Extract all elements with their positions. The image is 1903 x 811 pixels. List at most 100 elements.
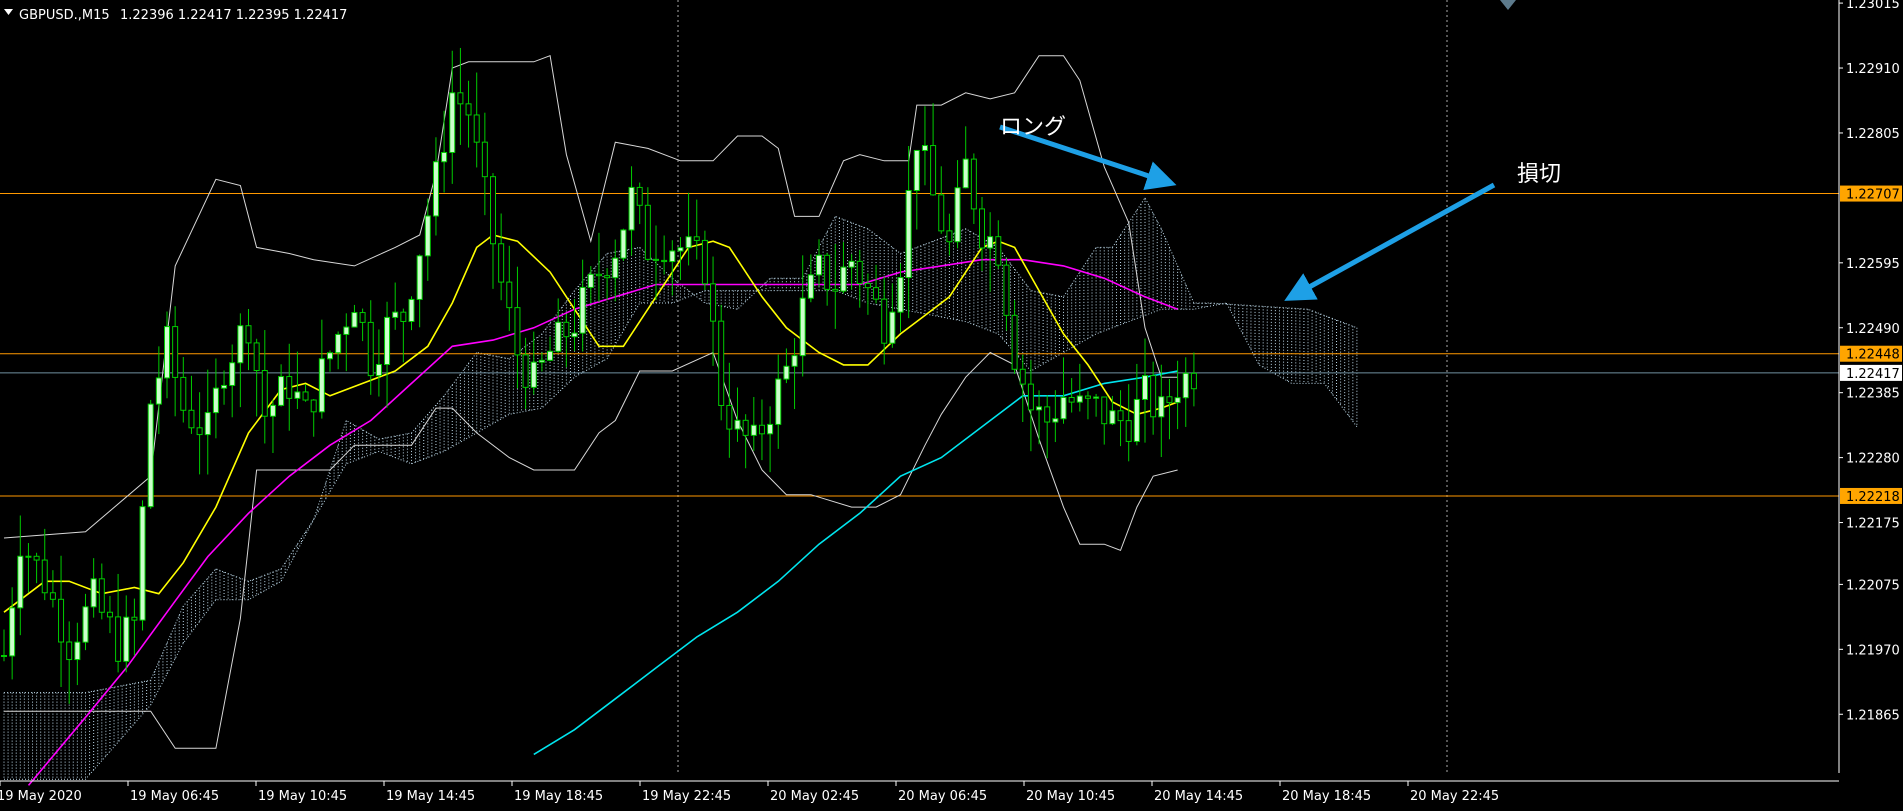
candle-body xyxy=(123,616,130,662)
time-tick-label: 20 May 18:45 xyxy=(1282,789,1371,804)
candle-body xyxy=(351,312,358,328)
chart-canvas[interactable]: 1.23015 1.22910 1.22805 1.22595 1.22490 1.223… xyxy=(0,0,1903,807)
candle-body xyxy=(392,311,399,318)
candle-body xyxy=(693,236,700,241)
candle-body xyxy=(718,320,725,406)
price-tick-label: 1.22805 xyxy=(1846,127,1900,142)
candle-body xyxy=(164,326,170,379)
candle-body xyxy=(1133,398,1140,442)
candle-body xyxy=(620,229,627,259)
candle-body xyxy=(82,606,89,643)
price-level-badge-label: 1.22218 xyxy=(1846,490,1900,505)
candle-body xyxy=(441,151,448,163)
candle-body xyxy=(913,149,920,192)
candle-body xyxy=(1084,395,1091,399)
candle-body xyxy=(506,281,513,309)
candle-body xyxy=(555,321,562,352)
candle-body xyxy=(188,409,195,429)
long-annotation: ロング xyxy=(1000,115,1066,140)
candle-body xyxy=(400,311,407,322)
candle-body xyxy=(799,297,806,357)
candle-body xyxy=(1190,372,1197,390)
candle-body xyxy=(563,321,570,338)
candle-body xyxy=(367,321,374,377)
candle-body xyxy=(33,555,40,561)
candle-body xyxy=(245,325,252,344)
price-chart[interactable]: 1.23015 1.22910 1.22805 1.22595 1.22490 1.223… xyxy=(0,0,1903,807)
candle-body xyxy=(180,376,187,411)
candle-body xyxy=(17,555,24,609)
candle-body xyxy=(1117,410,1124,422)
candle-body xyxy=(498,243,505,283)
candle-body xyxy=(653,258,659,261)
candle-body xyxy=(237,325,244,364)
candle-body xyxy=(856,260,863,284)
candle-body xyxy=(816,254,822,276)
candle-body xyxy=(807,274,814,299)
candle-body xyxy=(791,355,798,367)
candle-body xyxy=(261,369,268,417)
candle-body xyxy=(1166,396,1173,404)
time-tick-label: 19 May 14:45 xyxy=(386,789,475,804)
candle-body xyxy=(522,354,529,388)
candle-body xyxy=(302,391,309,401)
candle-body xyxy=(685,236,692,249)
candle-body xyxy=(636,186,643,206)
candle-body xyxy=(1,655,7,658)
candle-body xyxy=(335,333,342,354)
candle-body xyxy=(995,236,1002,266)
candle-body xyxy=(310,399,317,413)
candle-body xyxy=(742,419,749,436)
time-tick-label: 20 May 06:45 xyxy=(898,789,987,804)
price-tick-label: 1.22075 xyxy=(1846,578,1900,593)
candle-body xyxy=(726,404,733,430)
time-tick-label: 20 May 02:45 xyxy=(770,789,859,804)
candle-body xyxy=(90,578,97,608)
candle-body xyxy=(49,592,56,600)
candle-body xyxy=(155,377,162,405)
candle-body xyxy=(767,423,774,435)
candle-body xyxy=(278,376,285,406)
current-price-badge-label: 1.22417 xyxy=(1846,367,1900,382)
candle-body xyxy=(1142,375,1148,400)
candle-body xyxy=(131,616,138,621)
candle-body xyxy=(172,326,179,378)
price-tick-label: 1.22280 xyxy=(1846,452,1900,467)
candle-body xyxy=(962,158,969,189)
candle-body xyxy=(1076,395,1083,403)
candle-body xyxy=(1052,418,1059,423)
candle-body xyxy=(832,288,839,292)
chart-background xyxy=(0,0,1903,807)
candle-body xyxy=(946,230,953,243)
candle-body xyxy=(579,286,586,334)
candle-body xyxy=(66,641,73,661)
candle-body xyxy=(840,266,847,292)
price-tick-label: 1.21865 xyxy=(1846,708,1900,723)
candle-body xyxy=(1158,396,1165,418)
price-tick-label: 1.22175 xyxy=(1846,517,1900,532)
candle-body xyxy=(612,257,619,279)
candle-body xyxy=(221,384,228,389)
time-tick-label: 19 May 2020 xyxy=(0,789,82,804)
candle-body xyxy=(229,362,236,386)
price-tick-label: 1.22490 xyxy=(1846,322,1900,337)
candle-body xyxy=(758,424,765,435)
candle-body xyxy=(954,187,961,243)
candle-body xyxy=(750,424,757,436)
candle-body xyxy=(571,332,578,338)
candle-body xyxy=(58,598,65,643)
candle-body xyxy=(848,260,855,268)
candle-body xyxy=(701,239,708,285)
candle-body xyxy=(481,141,488,178)
candle-body xyxy=(930,145,937,196)
candle-body xyxy=(905,190,912,279)
price-level-badge-label: 1.22448 xyxy=(1846,348,1900,363)
time-tick-label: 19 May 10:45 xyxy=(258,789,347,804)
candle-body xyxy=(595,273,602,277)
candle-body xyxy=(432,161,439,217)
candle-body xyxy=(473,114,480,143)
candle-body xyxy=(106,611,113,618)
time-tick-label: 20 May 22:45 xyxy=(1410,789,1499,804)
time-tick-label: 19 May 22:45 xyxy=(642,789,731,804)
candle-body xyxy=(514,307,521,356)
